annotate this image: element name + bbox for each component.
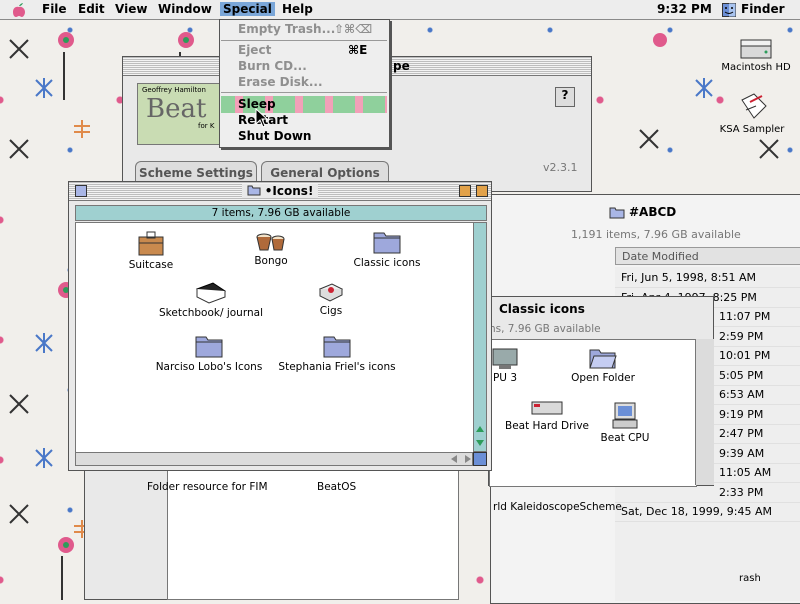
abcd-window-status: 1,191 items, 7.96 GB available <box>571 228 741 241</box>
folder-icon <box>609 205 625 222</box>
classic-icons-window[interactable]: Classic icons ns, 7.96 GB available PU 3… <box>488 296 714 487</box>
list-item[interactable]: BeatOS <box>317 481 356 493</box>
icon-item-narciso-lobo[interactable]: Narciso Lobo's Icons <box>154 333 264 373</box>
bongo-icon <box>256 233 285 251</box>
column-header-date[interactable]: Date Modified <box>615 247 800 265</box>
icon-item-classic-icons[interactable]: Classic icons <box>332 229 442 269</box>
computer-icon <box>612 402 638 429</box>
monitor-icon <box>492 348 518 369</box>
icon-item-sketchbook[interactable]: Sketchbook/ journal <box>156 281 266 319</box>
icon-item-stephania-friel[interactable]: Stephania Friel's icons <box>272 333 402 373</box>
icon-item-suitcase[interactable]: Suitcase <box>96 229 206 271</box>
folder-icon <box>323 336 351 358</box>
menu-file[interactable]: File <box>42 2 67 16</box>
menu-special[interactable]: Special <box>220 2 275 16</box>
icons-window-statusbar: 7 items, 7.96 GB available <box>75 205 487 221</box>
icon-item[interactable]: Beat CPU <box>570 402 680 444</box>
cigs-icon <box>318 283 344 302</box>
classic-window-header: Classic icons ns, 7.96 GB available <box>489 297 713 337</box>
menu-separator <box>221 92 387 93</box>
folder-icon <box>195 336 223 358</box>
list-item[interactable]: Folder resource for FIM <box>147 481 268 493</box>
scroll-up-arrow-icon[interactable] <box>474 423 486 435</box>
folder-icon <box>247 185 261 196</box>
menu-item-burn-cd[interactable]: Burn CD... <box>238 59 307 73</box>
beat-window-title: pe <box>393 59 410 73</box>
menu-clock[interactable]: 9:32 PM <box>657 2 712 16</box>
version-label: v2.3.1 <box>543 161 578 174</box>
help-button[interactable]: ? <box>555 87 575 107</box>
abcd-window-header: #ABCD 1,191 items, 7.96 GB available <box>491 195 800 245</box>
back-folder-window[interactable]: Folder resource for FIM BeatOS <box>84 466 459 600</box>
icons-window-title: •Icons! <box>264 184 314 198</box>
desktop-icon-macintosh-hd[interactable]: Macintosh HD <box>712 38 800 73</box>
list-item-name[interactable]: rld KaleidoscopeScheme <box>493 501 622 513</box>
abcd-window-title: #ABCD <box>629 205 677 219</box>
folder-icon <box>373 232 401 254</box>
scroll-down-arrow-icon[interactable] <box>474 437 486 449</box>
icon-item-bongo[interactable]: Bongo <box>216 231 326 267</box>
apple-icon[interactable] <box>12 2 26 21</box>
shortcut-empty-trash: ⇧⌘⌫ <box>334 22 373 36</box>
menu-bar: File Edit View Window Special Help 9:32 … <box>0 0 800 20</box>
app-menu-finder[interactable]: Finder <box>741 2 785 16</box>
banner-title: Beat <box>146 94 207 124</box>
shortcut-eject: ⌘E <box>348 43 368 57</box>
classic-window-scrollbar[interactable] <box>695 339 714 485</box>
finder-app-icon[interactable] <box>722 3 736 20</box>
trash-label-fragment: rash <box>739 573 761 584</box>
menu-window[interactable]: Window <box>158 2 212 16</box>
desktop-icon-label: Macintosh HD <box>721 62 791 73</box>
menu-item-shut-down[interactable]: Shut Down <box>238 129 311 143</box>
mouse-pointer-icon <box>255 108 269 128</box>
collapse-box[interactable] <box>476 185 488 197</box>
app-document-icon <box>741 93 767 119</box>
menu-item-eject[interactable]: Eject <box>238 43 271 57</box>
icon-item[interactable]: Open Folder <box>548 346 658 384</box>
zoom-box[interactable] <box>459 185 471 197</box>
resize-grip[interactable] <box>473 452 487 466</box>
list-item[interactable]: Sat, Dec 18, 1999, 9:45 AM <box>615 501 800 522</box>
menu-separator <box>221 40 387 41</box>
desktop-icon-label: KSA Sampler <box>719 124 785 135</box>
suitcase-icon <box>138 231 164 256</box>
icons-window-vscrollbar[interactable] <box>473 222 487 452</box>
icons-window-hscrollbar[interactable] <box>75 452 473 466</box>
icons-window[interactable]: •Icons! 7 items, 7.96 GB available Suitc… <box>68 181 492 471</box>
classic-window-status: ns, 7.96 GB available <box>489 323 601 335</box>
classic-window-title: Classic icons <box>499 302 585 316</box>
beat-banner: Geoffrey Hamilton Beat for K <box>137 83 229 145</box>
menu-item-erase-disk[interactable]: Erase Disk... <box>238 75 323 89</box>
desktop-icon-ksa-sampler[interactable]: KSA Sampler <box>712 92 792 135</box>
classic-window-pane: PU 3 Open Folder Beat Hard Drive Beat CP… <box>489 339 697 487</box>
menu-help[interactable]: Help <box>282 2 313 16</box>
icons-window-pane: Suitcase Bongo Classic icons Sketchbook/… <box>75 222 475 454</box>
icons-window-titlebar[interactable]: •Icons! <box>69 182 491 201</box>
menu-view[interactable]: View <box>115 2 147 16</box>
scroll-left-arrow-icon[interactable] <box>448 453 460 465</box>
sketchbook-icon <box>195 282 227 304</box>
icon-item-cigs[interactable]: Cigs <box>276 281 386 317</box>
menu-item-empty-trash[interactable]: Empty Trash... <box>238 22 335 36</box>
open-folder-icon <box>589 349 617 369</box>
question-icon: ? <box>561 88 569 102</box>
list-item[interactable]: Fri, Jun 5, 1998, 8:51 AM <box>615 267 800 288</box>
hard-drive-icon <box>531 401 563 415</box>
column-header-date-label: Date Modified <box>622 250 699 263</box>
special-menu: Empty Trash... ⇧⌘⌫ Eject ⌘E Burn CD... E… <box>219 19 390 148</box>
icons-window-status: 7 items, 7.96 GB available <box>211 207 351 219</box>
hard-drive-icon <box>740 39 772 59</box>
menu-edit[interactable]: Edit <box>78 2 105 16</box>
